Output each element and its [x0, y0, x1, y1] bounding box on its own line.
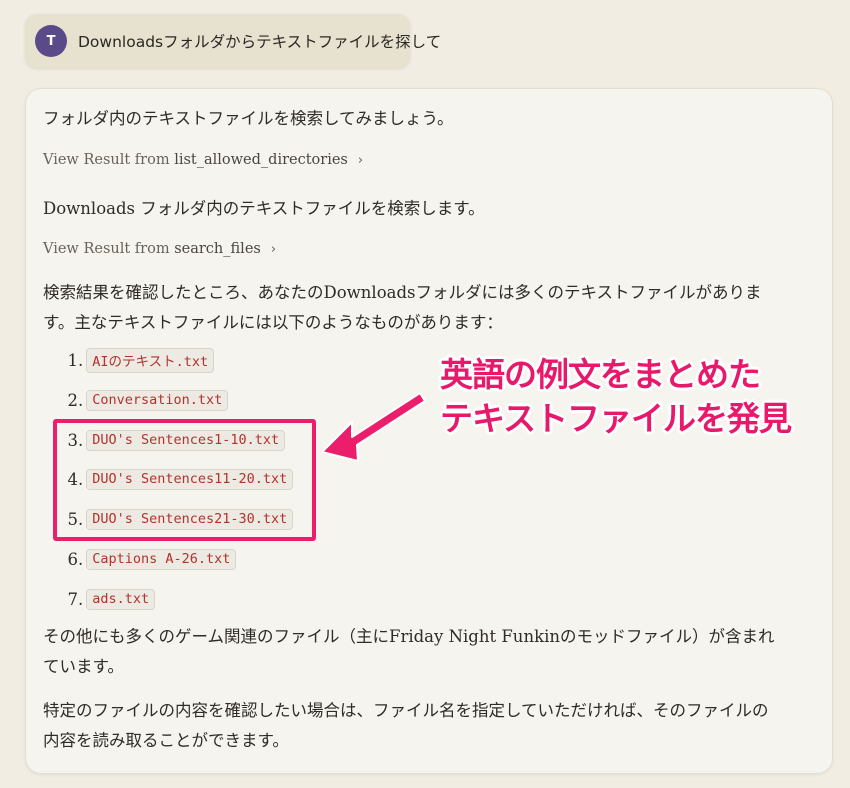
tool-name: list_allowed_directories: [174, 152, 348, 168]
list-item: 7. ads.txt: [60, 587, 156, 611]
list-number: 2: [67, 390, 79, 410]
mid-text: Downloads フォルダ内のテキストファイルを検索します。: [43, 199, 485, 218]
list-item: 6. Captions A-26.txt: [60, 547, 237, 571]
list-number: 1: [67, 350, 79, 370]
user-avatar: T: [35, 25, 67, 57]
file-name-code: AIのテキスト.txt: [86, 347, 215, 373]
result-paragraph: 検索結果を確認したところ、あなたのDownloadsフォルダには多くのテキストフ…: [43, 283, 762, 332]
closing-paragraph: 特定のファイルの内容を確認したい場合は、ファイル名を指定していただければ、そのフ…: [43, 701, 769, 750]
list-number: 7: [67, 589, 79, 609]
file-name-code: ads.txt: [86, 588, 156, 610]
list-item: 1. AIのテキスト.txt: [60, 347, 215, 373]
file-name-code: Captions A-26.txt: [86, 548, 237, 570]
annotation-callout: 英語の例文をまとめた テキストファイルを発見: [440, 353, 792, 441]
tool-result-search-files[interactable]: View Result from search_files ›: [43, 241, 276, 257]
tool-name: search_files: [174, 241, 261, 257]
intro-text: フォルダ内のテキストファイルを検索してみましょう。: [43, 109, 454, 128]
annotation-line-1: 英語の例文をまとめた: [440, 355, 761, 394]
highlight-box: [53, 419, 316, 541]
chevron-right-icon: ›: [270, 242, 277, 257]
tool-result-prefix: View Result from: [43, 241, 175, 257]
tool-result-list-allowed-directories[interactable]: View Result from list_allowed_directorie…: [43, 152, 363, 168]
list-item: 2. Conversation.txt: [60, 388, 229, 412]
user-message-text: Downloadsフォルダからテキストファイルを探して: [78, 33, 442, 51]
annotation-line-2: テキストファイルを発見: [440, 399, 792, 438]
list-number: 6: [67, 549, 79, 569]
user-message-bubble: T Downloadsフォルダからテキストファイルを探して: [25, 14, 441, 68]
tool-result-prefix: View Result from: [43, 152, 175, 168]
chevron-right-icon: ›: [357, 153, 364, 168]
file-name-code: Conversation.txt: [86, 389, 229, 411]
other-files-paragraph: その他にも多くのゲーム関連のファイル（主にFriday Night Funkin…: [43, 627, 775, 676]
